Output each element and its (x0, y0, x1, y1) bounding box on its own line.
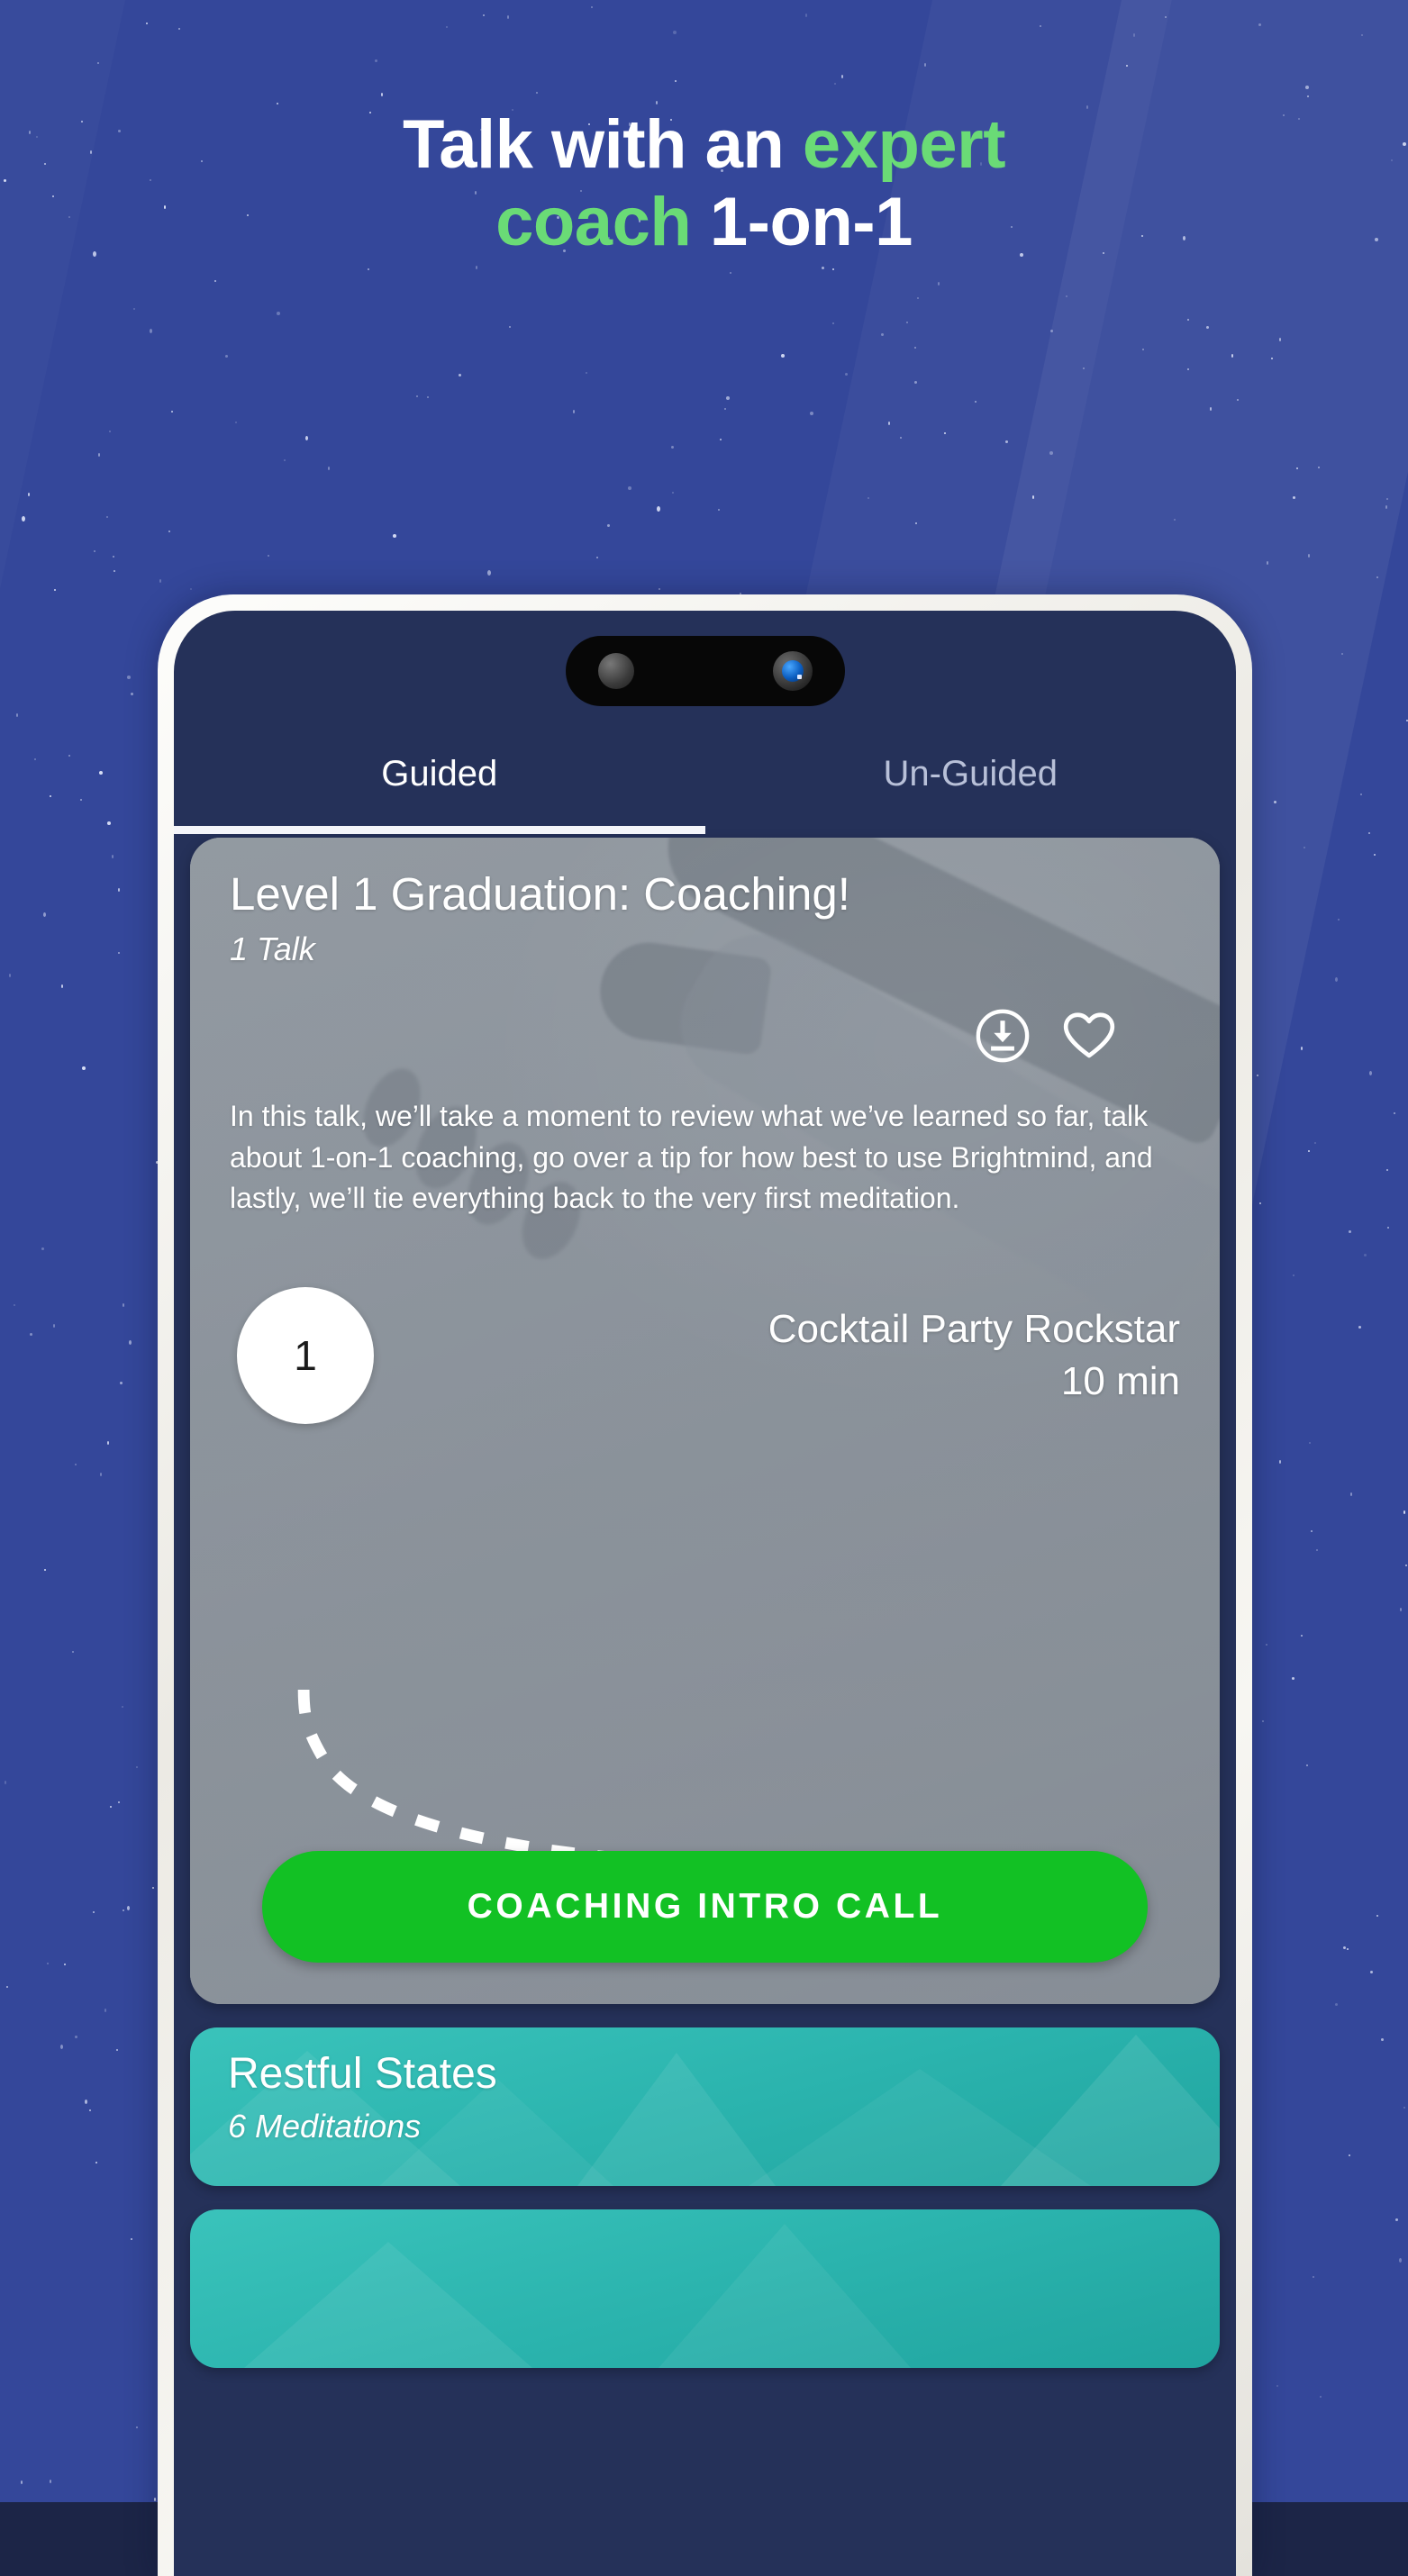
front-camera-icon (772, 651, 813, 691)
phone-screen: Guided Un-Guided Level 1 Graduation: Coa… (174, 611, 1236, 2576)
headline-text-plain: Talk with an (402, 106, 803, 183)
camera-lens (781, 660, 804, 682)
course-card-next[interactable] (190, 2209, 1220, 2368)
headline-line-1: Talk with an expert (0, 106, 1408, 184)
heart-icon[interactable] (1061, 1008, 1117, 1064)
tab-guided-label: Guided (381, 753, 498, 794)
coaching-intro-call-button[interactable]: COACHING INTRO CALL (262, 1851, 1148, 1963)
card-description: In this talk, we’ll take a moment to rev… (230, 1100, 1153, 1214)
track-row[interactable]: 1 Cocktail Party Rockstar 10 min (190, 1287, 1220, 1425)
download-icon[interactable] (975, 1008, 1031, 1064)
headline-text-plain: 1-on-1 (691, 183, 913, 260)
tab-bar: Guided Un-Guided (174, 726, 1237, 834)
track-number-badge: 1 (237, 1287, 374, 1425)
headline-text-accent: expert (802, 106, 1006, 183)
card-title: Level 1 Graduation: Coaching! (230, 868, 850, 920)
card-action-row (190, 1008, 1220, 1064)
track-meta: Cocktail Party Rockstar 10 min (768, 1306, 1180, 1407)
phone-mockup: Guided Un-Guided Level 1 Graduation: Coa… (158, 594, 1252, 2576)
tab-guided[interactable]: Guided (174, 726, 705, 834)
headline-line-2: coach 1-on-1 (0, 184, 1408, 261)
featured-course-card[interactable]: Level 1 Graduation: Coaching! 1 Talk In … (190, 838, 1220, 2004)
course-card-body (190, 2209, 1220, 2265)
tab-un-guided[interactable]: Un-Guided (705, 726, 1237, 821)
dynamic-island-notch (565, 636, 845, 706)
course-list[interactable]: Level 1 Graduation: Coaching! 1 Talk In … (174, 838, 1236, 2576)
headline-text-accent: coach (495, 183, 692, 260)
track-duration: 10 min (1060, 1359, 1180, 1404)
tab-un-guided-label: Un-Guided (883, 753, 1058, 794)
cta-container: COACHING INTRO CALL (190, 1851, 1220, 1963)
course-card-restful-states[interactable]: Restful States 6 Meditations (190, 2027, 1220, 2186)
course-card-title: Restful States (228, 2050, 497, 2098)
course-card-body: Restful States 6 Meditations (190, 2027, 1220, 2169)
track-name: Cocktail Party Rockstar (768, 1306, 1180, 1351)
course-card-subtitle: 6 Meditations (228, 2107, 422, 2145)
promo-headline: Talk with an expert coach 1-on-1 (0, 106, 1408, 261)
card-header: Level 1 Graduation: Coaching! 1 Talk (190, 838, 1220, 968)
card-subtitle: 1 Talk (230, 930, 315, 968)
proximity-sensor-icon (597, 653, 634, 689)
